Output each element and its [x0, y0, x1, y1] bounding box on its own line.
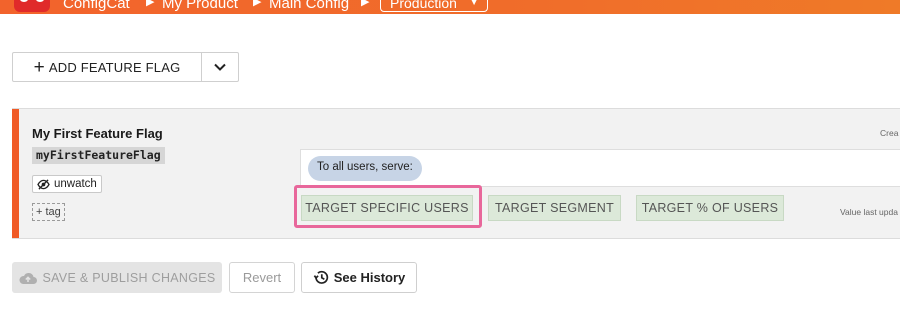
revert-button[interactable]: Revert — [229, 262, 295, 293]
chevron-down-icon: ▼ — [469, 0, 479, 8]
card-accent-bar — [12, 109, 19, 238]
breadcrumb-separator-icon: ▶ — [361, 0, 370, 8]
save-publish-button[interactable]: SAVE & PUBLISH CHANGES — [12, 262, 222, 293]
top-navbar: ConfigCat ▶ My Product ▶ Main Config ▶ P… — [0, 0, 900, 14]
feature-flag-card: My First Feature Flag myFirstFeatureFlag… — [12, 108, 900, 239]
add-feature-flag-label: ADD FEATURE FLAG — [48, 59, 181, 75]
configcat-logo-icon[interactable] — [14, 0, 50, 12]
environment-selector[interactable]: Production ▼ — [380, 0, 488, 12]
history-icon — [313, 270, 328, 284]
save-publish-label: SAVE & PUBLISH CHANGES — [42, 270, 216, 285]
unwatch-label: unwatch — [54, 178, 97, 190]
breadcrumb-organization[interactable]: ConfigCat — [63, 0, 130, 12]
logo-eye-left — [20, 0, 28, 2]
see-history-label: See History — [333, 270, 406, 285]
flag-name: My First Feature Flag — [32, 126, 163, 141]
app-root: ConfigCat ▶ My Product ▶ Main Config ▶ P… — [0, 0, 900, 316]
target-percentage-button[interactable]: TARGET % OF USERS — [636, 195, 784, 221]
see-history-button[interactable]: See History — [301, 262, 417, 293]
created-info: Crea — [880, 128, 899, 138]
logo-eye-right — [36, 0, 44, 2]
breadcrumb-config[interactable]: Main Config — [269, 0, 349, 12]
environment-label: Production — [390, 0, 457, 11]
unwatch-button[interactable]: unwatch — [32, 175, 102, 193]
breadcrumb-product[interactable]: My Product — [162, 0, 238, 12]
add-feature-flag-button[interactable]: + ADD FEATURE FLAG — [13, 53, 202, 81]
serve-value-panel: To all users, serve: — [300, 149, 900, 187]
eye-slash-icon — [37, 178, 50, 190]
highlight-box — [294, 185, 482, 228]
add-options-dropdown-button[interactable] — [202, 53, 238, 81]
breadcrumb-separator-icon: ▶ — [146, 0, 155, 8]
breadcrumb-separator-icon: ▶ — [253, 0, 262, 8]
chevron-down-icon — [214, 63, 226, 71]
target-segment-button[interactable]: TARGET SEGMENT — [488, 195, 621, 221]
add-tag-button[interactable]: + tag — [32, 203, 65, 221]
serve-label: To all users, serve: — [308, 156, 422, 181]
add-feature-flag-group: + ADD FEATURE FLAG — [12, 52, 239, 82]
value-last-updated: Value last upda — [840, 207, 898, 217]
flag-key[interactable]: myFirstFeatureFlag — [32, 147, 165, 164]
plus-icon: + — [33, 56, 45, 78]
cloud-upload-icon — [19, 272, 38, 284]
